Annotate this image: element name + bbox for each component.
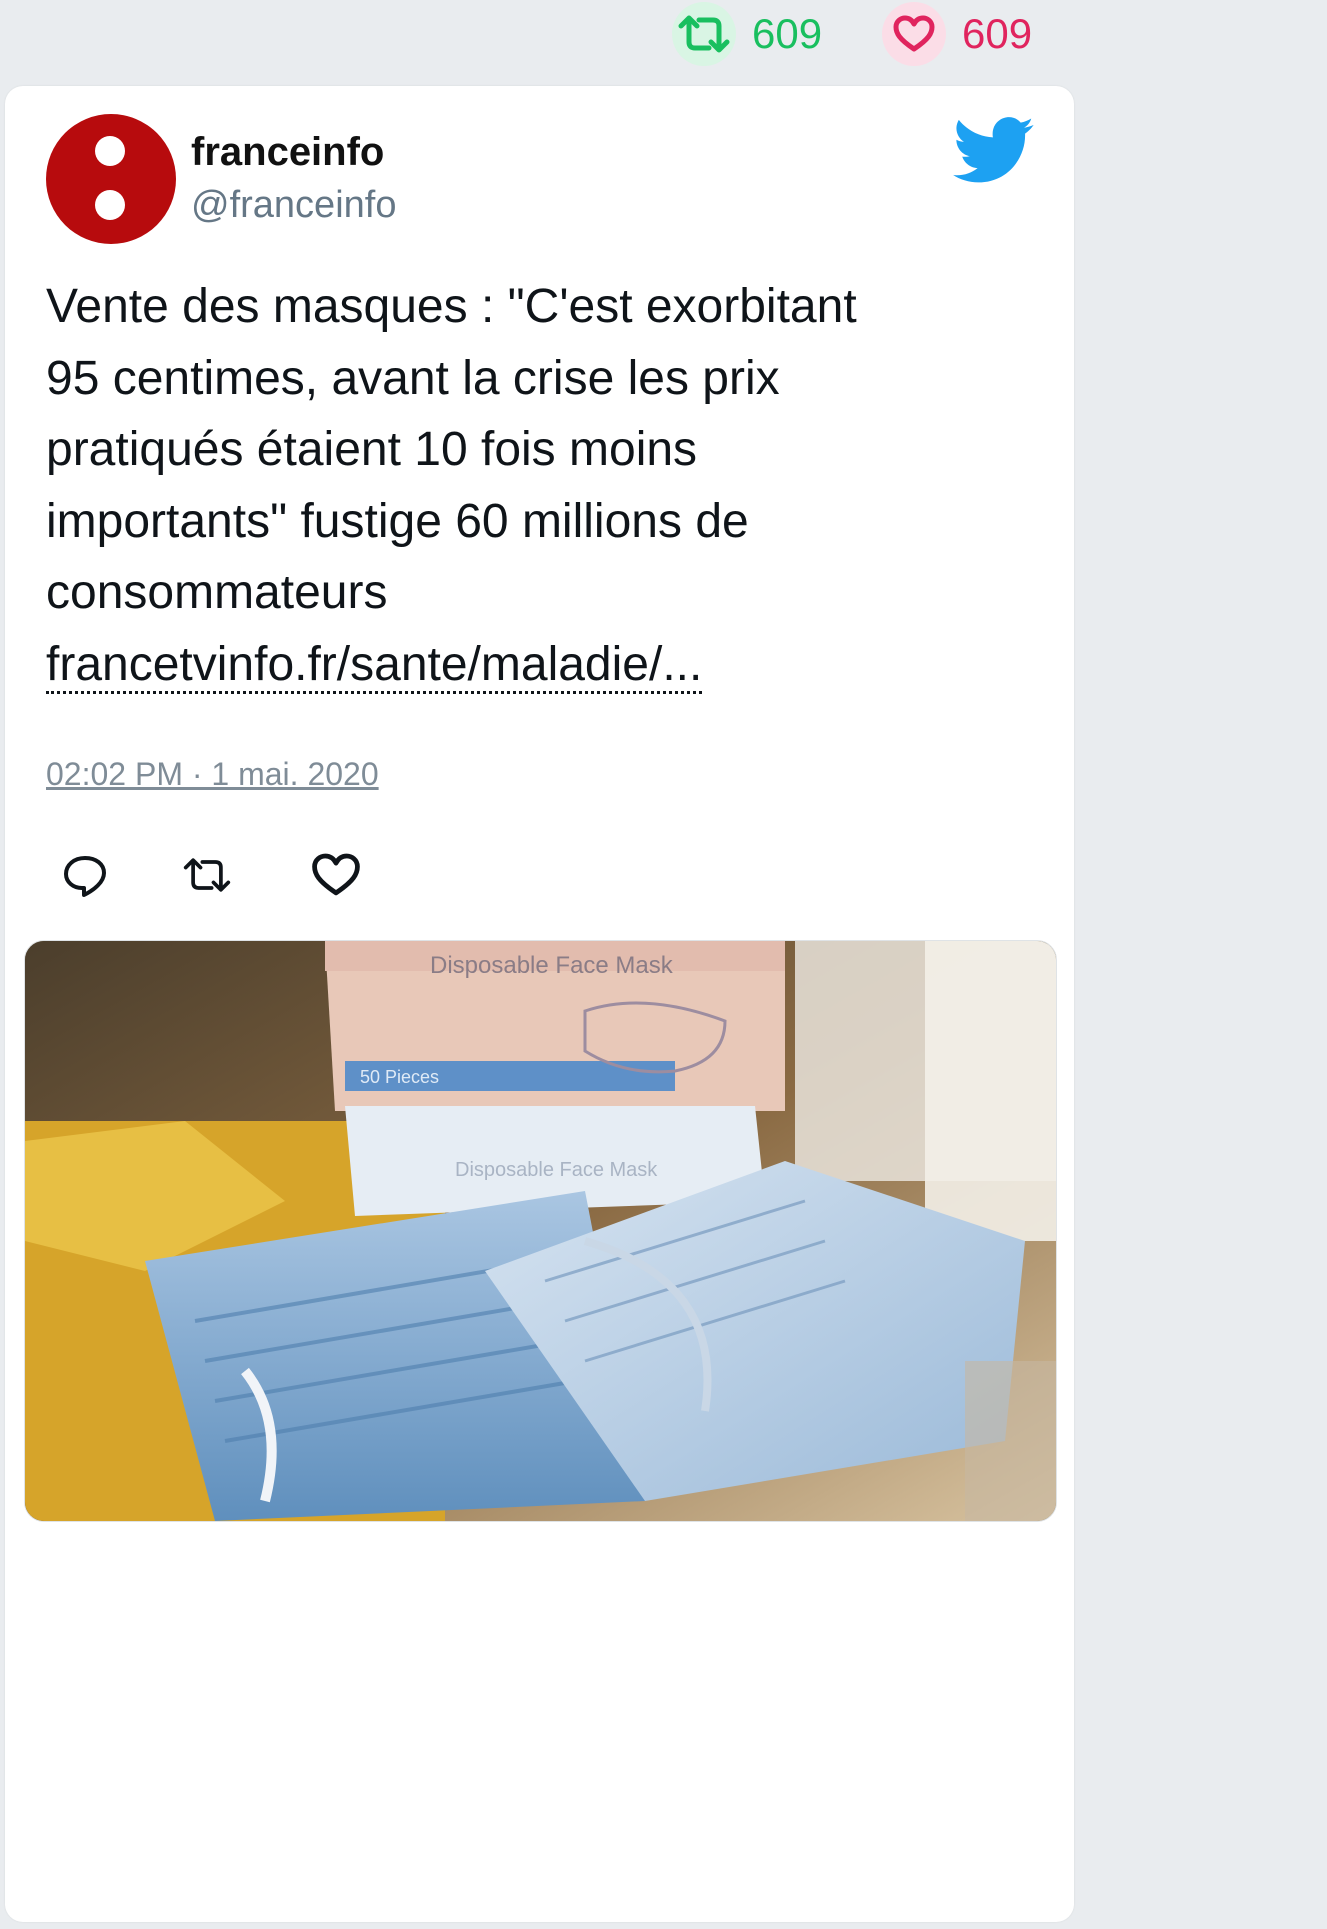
tweet-timestamp[interactable]: 02:02 PM · 1 mai. 2020 [46,756,379,793]
retweet-icon [672,2,736,66]
heart-icon [882,2,946,66]
retweet-icon[interactable] [182,850,232,900]
tweet-text-line: consommateurs [46,566,388,619]
retweet-count: 609 [752,10,823,57]
tweet-text-line: Vente des masques : "C'est exorbitant [46,280,857,333]
tweet-text-line: pratiqués étaient 10 fois moins [46,423,698,476]
reply-icon[interactable] [60,850,110,900]
avatar[interactable] [46,114,176,244]
avatar-dot-top [95,136,125,166]
retweet-count-stat[interactable]: 609 [672,2,822,66]
twitter-bird-icon[interactable] [953,116,1035,186]
tweet-text-line: importants" fustige 60 millions de [46,494,749,548]
author-name[interactable]: franceinfo [191,130,384,175]
author-handle[interactable]: @franceinfo [191,184,396,227]
avatar-dot-bottom [95,190,125,220]
heart-icon[interactable] [311,850,361,900]
media-box-label: Disposable Face Mask [430,952,674,979]
tweet-text-line: 95 centimes, avant la crise les prix [46,351,780,405]
tweet-card: franceinfo @franceinfo Vente des masques… [5,86,1074,1922]
stats-bar: 609 609 [0,0,1079,70]
media-box-sublabel: 50 Pieces [360,1067,439,1087]
media-box-label-2: Disposable Face Mask [455,1159,658,1181]
like-count-stat[interactable]: 609 [882,2,1032,66]
tweet-text: Vente des masques : "C'est exorbitant 95… [46,271,1026,700]
article-link[interactable]: francetvinfo.fr/sante/maladie/... [46,637,703,694]
tweet-media-photo[interactable]: Disposable Face Mask 50 Pieces Disposabl… [24,940,1057,1522]
like-count: 609 [962,10,1033,57]
